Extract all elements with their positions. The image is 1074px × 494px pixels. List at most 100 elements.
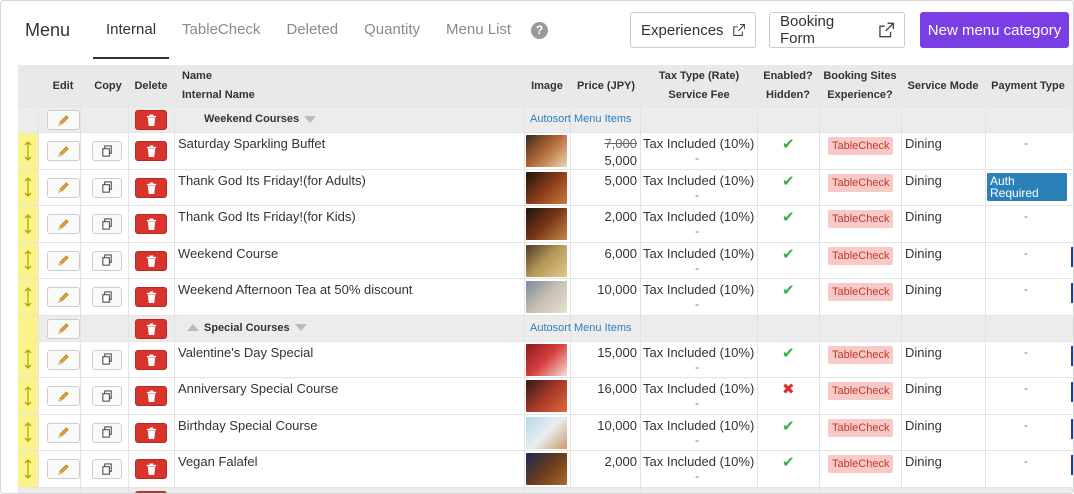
check-icon: ✔ (782, 282, 795, 299)
copy-button[interactable] (92, 177, 122, 198)
delete-button[interactable] (135, 422, 167, 443)
edit-button[interactable] (47, 287, 80, 307)
edit-button[interactable] (47, 250, 80, 271)
column-divider (570, 169, 571, 205)
edit-button[interactable] (47, 422, 80, 443)
tax-type: Tax Included (10%) (643, 172, 755, 188)
drag-arrows-icon (24, 213, 32, 234)
tab-quantity[interactable]: Quantity (351, 1, 433, 59)
tab-tablecheck[interactable]: TableCheck (169, 1, 273, 59)
pencil-icon (58, 182, 69, 193)
drag-handle[interactable] (18, 242, 38, 278)
pencil-icon (58, 323, 69, 334)
delete-button[interactable] (135, 177, 167, 198)
current-price: 6,000 (604, 245, 637, 261)
edit-button[interactable] (47, 459, 80, 479)
table-row: Weekend Course 6,000 Tax Included (10%) - ✔ T… (18, 242, 1073, 279)
column-divider (38, 341, 39, 377)
trash-icon (146, 182, 156, 194)
column-divider (819, 378, 820, 414)
move-down-icon[interactable] (294, 324, 307, 331)
delete-button[interactable] (135, 214, 167, 234)
edit-button[interactable] (47, 214, 80, 234)
booking-site-badge: TableCheck (828, 382, 894, 400)
copy-button[interactable] (92, 349, 122, 370)
menu-item-name[interactable]: Birthday Special Course (178, 418, 317, 433)
delete-button[interactable] (135, 459, 167, 479)
drag-handle[interactable] (18, 378, 38, 414)
menu-item-name[interactable]: Anniversary Special Course (178, 381, 338, 396)
booking-form-button[interactable]: Booking Form (769, 12, 905, 48)
column-divider (819, 107, 820, 132)
menu-item-name[interactable]: Thank God Its Friday!(for Adults) (178, 173, 366, 188)
col-edit: Edit (52, 80, 74, 92)
column-divider (819, 315, 820, 341)
drag-handle[interactable] (18, 206, 38, 242)
table-row: Birthday Special Course 10,000 Tax Include… (18, 414, 1073, 451)
tab-menu-list[interactable]: Menu List (433, 1, 524, 59)
drag-handle[interactable] (18, 414, 38, 450)
drag-arrows-icon (24, 177, 32, 198)
menu-item-name[interactable]: Valentine's Day Special (178, 345, 313, 360)
external-link-icon (878, 22, 894, 38)
price-cell: 2,000 (604, 208, 637, 225)
copy-button[interactable] (92, 459, 122, 479)
column-divider (985, 242, 986, 278)
column-divider (757, 487, 758, 493)
drag-handle[interactable] (18, 133, 38, 169)
edit-button[interactable] (47, 349, 80, 370)
delete-button[interactable] (135, 141, 167, 161)
category-edit-button[interactable] (47, 318, 80, 339)
move-down-icon[interactable] (304, 115, 317, 123)
copy-button[interactable] (92, 287, 122, 307)
drag-handle[interactable] (18, 315, 38, 342)
drag-handle[interactable] (18, 451, 38, 487)
menu-item-name[interactable]: Saturday Sparkling Buffet (178, 136, 325, 151)
menu-item-image (526, 135, 567, 167)
copy-button[interactable] (92, 386, 122, 406)
column-divider (38, 107, 39, 132)
autosort-link[interactable]: Autosort Menu Items (530, 113, 632, 125)
tax-type: Tax Included (10%) (643, 344, 755, 360)
column-divider (570, 414, 571, 450)
copy-button[interactable] (92, 214, 122, 234)
delete-button[interactable] (135, 349, 167, 370)
copy-button[interactable] (92, 250, 122, 271)
menu-item-name[interactable]: Vegan Falafel (178, 454, 258, 469)
tab-internal[interactable]: Internal (93, 1, 170, 59)
tab-bar: Internal TableCheck Deleted Quantity Men… (93, 1, 524, 59)
category-delete-button[interactable] (135, 110, 167, 130)
column-divider (524, 414, 525, 450)
category-delete-button[interactable] (135, 490, 167, 493)
category-delete-button[interactable] (135, 318, 167, 339)
copy-icon (101, 462, 112, 475)
menu-item-name[interactable]: Weekend Afternoon Tea at 50% discount (178, 282, 412, 297)
delete-button[interactable] (135, 250, 167, 271)
category-edit-button[interactable] (47, 110, 80, 130)
booking-site-badge: TableCheck (828, 246, 894, 265)
drag-handle[interactable] (18, 169, 38, 205)
column-divider (901, 242, 902, 278)
new-menu-category-button[interactable]: New menu category (920, 12, 1069, 48)
edit-button[interactable] (47, 177, 80, 198)
column-divider (174, 451, 175, 487)
tab-deleted[interactable]: Deleted (273, 1, 351, 59)
trash-icon (146, 463, 156, 475)
drag-handle[interactable] (18, 341, 38, 377)
edit-button[interactable] (47, 141, 80, 161)
edit-button[interactable] (47, 386, 80, 406)
column-divider (174, 169, 175, 205)
menu-item-name[interactable]: Weekend Course (178, 246, 278, 261)
menu-item-name[interactable]: Thank God Its Friday!(for Kids) (178, 209, 356, 224)
experiences-button[interactable]: Experiences (630, 12, 756, 48)
drag-handle[interactable] (18, 279, 38, 315)
copy-button[interactable] (92, 422, 122, 443)
price-cell: 6,000 (604, 245, 637, 262)
delete-button[interactable] (135, 386, 167, 406)
column-divider (757, 133, 758, 169)
help-icon[interactable]: ? (531, 22, 548, 39)
move-up-icon[interactable] (187, 324, 199, 331)
autosort-link[interactable]: Autosort Menu Items (530, 322, 632, 334)
delete-button[interactable] (135, 287, 167, 307)
copy-button[interactable] (92, 141, 122, 161)
